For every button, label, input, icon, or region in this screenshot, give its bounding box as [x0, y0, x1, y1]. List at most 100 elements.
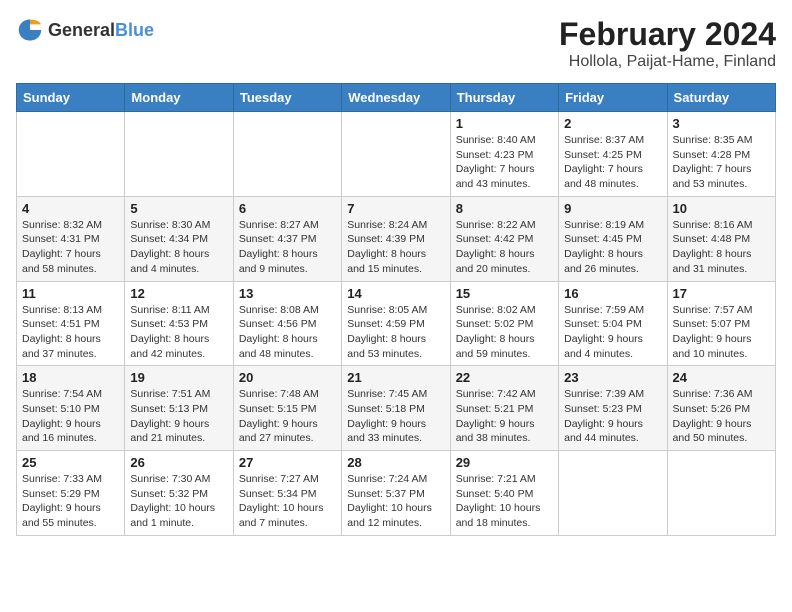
day-number: 18 [22, 370, 119, 385]
week-row-1: 1Sunrise: 8:40 AMSunset: 4:23 PMDaylight… [17, 112, 776, 197]
day-number: 14 [347, 286, 444, 301]
week-row-4: 18 Sunrise: 7:54 AMSunset: 5:10 PMDayligh… [17, 366, 776, 451]
calendar-cell: 14 Sunrise: 8:05 AMSunset: 4:59 PMDayligh… [342, 281, 450, 366]
weekday-header-thursday: Thursday [450, 84, 558, 112]
calendar-cell: 16 Sunrise: 7:59 AMSunset: 5:04 PMDayligh… [559, 281, 667, 366]
calendar-cell: 21Sunrise: 7:45 AMSunset: 5:18 PMDayligh… [342, 366, 450, 451]
logo-text: GeneralBlue [48, 20, 154, 41]
day-number: 15 [456, 286, 553, 301]
day-info: Sunrise: 8:35 AMSunset: 4:28 PMDaylight:… [673, 133, 770, 192]
calendar-cell: 29Sunrise: 7:21 AMSunset: 5:40 PMDayligh… [450, 451, 558, 536]
calendar-cell: 10 Sunrise: 8:16 AMSunset: 4:48 PMDayligh… [667, 196, 775, 281]
day-info: Sunrise: 8:11 AMSunset: 4:53 PMDaylight:… [130, 303, 227, 362]
day-info: Sunrise: 7:54 AMSunset: 5:10 PMDaylight:… [22, 387, 119, 446]
day-info: Sunrise: 7:30 AMSunset: 5:32 PMDaylight:… [130, 472, 227, 531]
calendar-cell: 24Sunrise: 7:36 AMSunset: 5:26 PMDayligh… [667, 366, 775, 451]
weekday-header-row: SundayMondayTuesdayWednesdayThursdayFrid… [17, 84, 776, 112]
day-info: Sunrise: 7:33 AMSunset: 5:29 PMDaylight:… [22, 472, 119, 531]
calendar-cell: 13 Sunrise: 8:08 AMSunset: 4:56 PMDayligh… [233, 281, 341, 366]
day-number: 20 [239, 370, 336, 385]
calendar-cell: 1Sunrise: 8:40 AMSunset: 4:23 PMDaylight… [450, 112, 558, 197]
day-info: Sunrise: 8:30 AMSunset: 4:34 PMDaylight:… [130, 218, 227, 277]
day-info: Sunrise: 7:48 AMSunset: 5:15 PMDaylight:… [239, 387, 336, 446]
day-number: 27 [239, 455, 336, 470]
calendar-table: SundayMondayTuesdayWednesdayThursdayFrid… [16, 83, 776, 536]
day-info: Sunrise: 8:22 AMSunset: 4:42 PMDaylight:… [456, 218, 553, 277]
day-number: 19 [130, 370, 227, 385]
calendar-cell: 18 Sunrise: 7:54 AMSunset: 5:10 PMDayligh… [17, 366, 125, 451]
logo-blue: Blue [115, 20, 154, 40]
calendar-cell: 9Sunrise: 8:19 AMSunset: 4:45 PMDaylight… [559, 196, 667, 281]
calendar-cell: 25 Sunrise: 7:33 AMSunset: 5:29 PMDayligh… [17, 451, 125, 536]
day-info: Sunrise: 7:42 AMSunset: 5:21 PMDaylight:… [456, 387, 553, 446]
day-info: Sunrise: 8:27 AMSunset: 4:37 PMDaylight:… [239, 218, 336, 277]
day-info: Sunrise: 7:51 AMSunset: 5:13 PMDaylight:… [130, 387, 227, 446]
calendar-cell [559, 451, 667, 536]
calendar-cell: 20 Sunrise: 7:48 AMSunset: 5:15 PMDayligh… [233, 366, 341, 451]
calendar-cell: 28 Sunrise: 7:24 AMSunset: 5:37 PMDayligh… [342, 451, 450, 536]
day-number: 13 [239, 286, 336, 301]
day-info: Sunrise: 7:59 AMSunset: 5:04 PMDaylight:… [564, 303, 661, 362]
day-info: Sunrise: 7:39 AMSunset: 5:23 PMDaylight:… [564, 387, 661, 446]
day-info: Sunrise: 7:24 AMSunset: 5:37 PMDaylight:… [347, 472, 444, 531]
logo-general: General [48, 20, 115, 40]
day-number: 10 [673, 201, 770, 216]
calendar-cell: 8 Sunrise: 8:22 AMSunset: 4:42 PMDaylight… [450, 196, 558, 281]
week-row-5: 25 Sunrise: 7:33 AMSunset: 5:29 PMDayligh… [17, 451, 776, 536]
day-number: 4 [22, 201, 119, 216]
day-number: 2 [564, 116, 661, 131]
day-number: 26 [130, 455, 227, 470]
day-number: 12 [130, 286, 227, 301]
title-area: February 2024 Hollola, Paijat-Hame, Finl… [559, 16, 776, 71]
calendar-cell: 22Sunrise: 7:42 AMSunset: 5:21 PMDayligh… [450, 366, 558, 451]
day-number: 8 [456, 201, 553, 216]
calendar-cell: 7 Sunrise: 8:24 AMSunset: 4:39 PMDaylight… [342, 196, 450, 281]
weekday-header-saturday: Saturday [667, 84, 775, 112]
day-number: 28 [347, 455, 444, 470]
day-info: Sunrise: 8:24 AMSunset: 4:39 PMDaylight:… [347, 218, 444, 277]
calendar-cell [17, 112, 125, 197]
weekday-header-friday: Friday [559, 84, 667, 112]
day-info: Sunrise: 7:45 AMSunset: 5:18 PMDaylight:… [347, 387, 444, 446]
day-number: 29 [456, 455, 553, 470]
day-info: Sunrise: 8:05 AMSunset: 4:59 PMDaylight:… [347, 303, 444, 362]
day-info: Sunrise: 8:19 AMSunset: 4:45 PMDaylight:… [564, 218, 661, 277]
month-title: February 2024 [559, 16, 776, 53]
day-number: 7 [347, 201, 444, 216]
day-number: 5 [130, 201, 227, 216]
day-info: Sunrise: 8:32 AMSunset: 4:31 PMDaylight:… [22, 218, 119, 277]
day-number: 23 [564, 370, 661, 385]
page-header: GeneralBlue February 2024 Hollola, Paija… [16, 16, 776, 71]
calendar-cell: 27 Sunrise: 7:27 AMSunset: 5:34 PMDayligh… [233, 451, 341, 536]
calendar-cell [125, 112, 233, 197]
day-info: Sunrise: 7:36 AMSunset: 5:26 PMDaylight:… [673, 387, 770, 446]
calendar-cell [233, 112, 341, 197]
day-info: Sunrise: 7:57 AMSunset: 5:07 PMDaylight:… [673, 303, 770, 362]
calendar-cell: 19 Sunrise: 7:51 AMSunset: 5:13 PMDayligh… [125, 366, 233, 451]
logo: GeneralBlue [16, 16, 154, 44]
calendar-cell [667, 451, 775, 536]
calendar-cell: 12 Sunrise: 8:11 AMSunset: 4:53 PMDayligh… [125, 281, 233, 366]
weekday-header-sunday: Sunday [17, 84, 125, 112]
logo-icon [16, 16, 44, 44]
day-info: Sunrise: 8:40 AMSunset: 4:23 PMDaylight:… [456, 133, 553, 192]
week-row-3: 11Sunrise: 8:13 AMSunset: 4:51 PMDayligh… [17, 281, 776, 366]
day-number: 11 [22, 286, 119, 301]
weekday-header-wednesday: Wednesday [342, 84, 450, 112]
weekday-header-monday: Monday [125, 84, 233, 112]
day-info: Sunrise: 8:02 AMSunset: 5:02 PMDaylight:… [456, 303, 553, 362]
calendar-cell: 4 Sunrise: 8:32 AMSunset: 4:31 PMDaylight… [17, 196, 125, 281]
calendar-cell: 17Sunrise: 7:57 AMSunset: 5:07 PMDayligh… [667, 281, 775, 366]
day-info: Sunrise: 8:08 AMSunset: 4:56 PMDaylight:… [239, 303, 336, 362]
day-number: 16 [564, 286, 661, 301]
day-info: Sunrise: 7:27 AMSunset: 5:34 PMDaylight:… [239, 472, 336, 531]
day-number: 25 [22, 455, 119, 470]
calendar-cell: 6Sunrise: 8:27 AMSunset: 4:37 PMDaylight… [233, 196, 341, 281]
calendar-cell: 23 Sunrise: 7:39 AMSunset: 5:23 PMDayligh… [559, 366, 667, 451]
location-title: Hollola, Paijat-Hame, Finland [559, 53, 776, 71]
day-info: Sunrise: 8:37 AMSunset: 4:25 PMDaylight:… [564, 133, 661, 192]
calendar-cell: 15 Sunrise: 8:02 AMSunset: 5:02 PMDayligh… [450, 281, 558, 366]
calendar-cell: 26 Sunrise: 7:30 AMSunset: 5:32 PMDayligh… [125, 451, 233, 536]
day-info: Sunrise: 8:16 AMSunset: 4:48 PMDaylight:… [673, 218, 770, 277]
calendar-cell [342, 112, 450, 197]
